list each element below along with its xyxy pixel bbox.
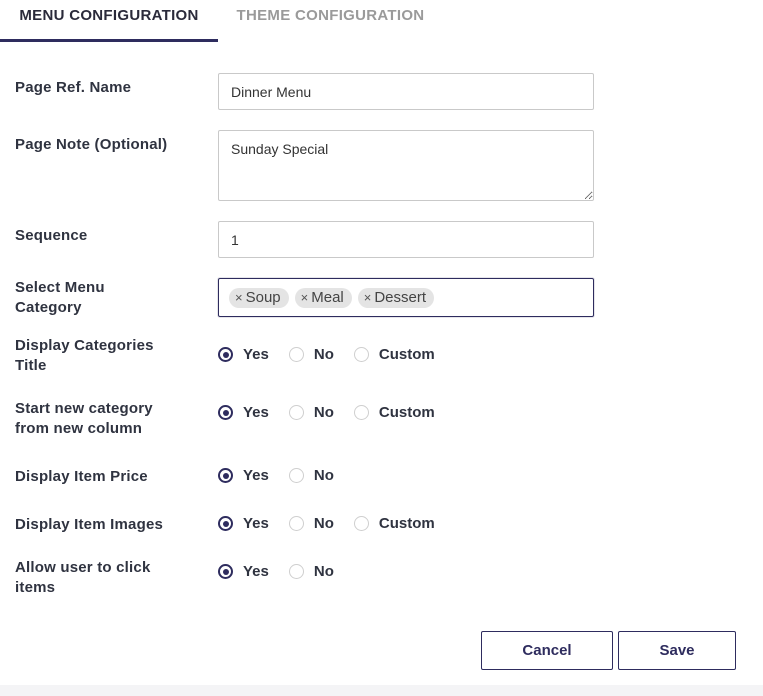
display-categories-title-label-line2: Title [15,357,47,374]
radio-selected-icon [218,516,233,531]
display-item-price-label: Display Item Price [15,468,148,485]
radio-unselected-icon [288,468,304,483]
menu-category-label: Select Menu Category [15,278,200,318]
start-new-category-custom[interactable]: Custom [353,404,435,421]
chip-label: Meal [311,288,344,306]
display-item-price-yes[interactable]: Yes [218,467,269,484]
start-new-category-no[interactable]: No [288,404,334,421]
page-note-textarea[interactable]: Sunday Special [218,130,594,201]
display-categories-title-custom[interactable]: Custom [353,346,435,363]
radio-unselected-icon [353,347,369,362]
tab-theme-configuration[interactable]: THEME CONFIGURATION [218,0,443,42]
radio-label: No [313,346,334,363]
radio-selected-icon [218,564,233,579]
chip-remove-icon[interactable]: × [364,288,372,308]
chip-label: Dessert [374,288,427,306]
radio-label: Custom [378,346,435,363]
display-categories-title-label: Display Categories Title [15,336,200,376]
menu-category-label-line1: Select Menu [15,279,105,296]
page-ref-name-input[interactable] [218,73,594,110]
start-new-category-radio-group: Yes No Custom [218,404,455,421]
allow-user-click-radio-group: Yes No [218,563,354,580]
display-item-images-yes[interactable]: Yes [218,515,269,532]
cancel-button[interactable]: Cancel [481,631,613,670]
sequence-label: Sequence [15,227,88,244]
radio-label: No [313,467,334,484]
chip-dessert: × Dessert [357,287,435,308]
allow-user-click-no[interactable]: No [288,563,334,580]
sequence-input[interactable] [218,221,594,258]
tab-bar: MENU CONFIGURATION THEME CONFIGURATION [0,0,763,42]
radio-label: No [313,404,334,421]
menu-category-multiselect[interactable]: × Soup × Meal × Dessert [218,278,594,317]
chip-remove-icon[interactable]: × [235,288,243,308]
display-item-images-radio-group: Yes No Custom [218,515,455,532]
start-new-category-label: Start new category from new column [15,399,200,439]
start-new-category-label-line2: from new column [15,420,143,437]
display-categories-title-no[interactable]: No [288,346,334,363]
radio-unselected-icon [353,516,369,531]
allow-user-click-yes[interactable]: Yes [218,563,269,580]
menu-category-label-line2: Category [15,299,82,316]
allow-user-click-label: Allow user to click items [15,558,200,598]
start-new-category-yes[interactable]: Yes [218,404,269,421]
display-item-price-radio-group: Yes No [218,467,354,484]
radio-unselected-icon [288,516,304,531]
radio-unselected-icon [353,405,369,420]
radio-label: Yes [243,346,269,363]
save-button[interactable]: Save [618,631,736,670]
display-item-images-label: Display Item Images [15,516,164,533]
chip-meal: × Meal [294,287,352,308]
tab-menu-configuration[interactable]: MENU CONFIGURATION [0,0,218,42]
display-categories-title-label-line1: Display Categories [15,337,154,354]
display-item-images-no[interactable]: No [288,515,334,532]
radio-label: Yes [243,467,269,484]
display-categories-title-yes[interactable]: Yes [218,346,269,363]
radio-selected-icon [218,405,233,420]
radio-unselected-icon [288,564,304,579]
footer-strip [0,685,763,696]
radio-label: Custom [378,404,435,421]
radio-label: Yes [243,404,269,421]
page-note-label: Page Note (Optional) [15,136,168,153]
allow-user-click-label-line2: items [15,579,56,596]
chip-soup: × Soup [229,287,289,308]
allow-user-click-label-line1: Allow user to click [15,559,151,576]
page-ref-name-label: Page Ref. Name [15,79,132,96]
radio-selected-icon [218,347,233,362]
chip-remove-icon[interactable]: × [301,288,309,308]
radio-label: Custom [378,515,435,532]
display-item-images-custom[interactable]: Custom [353,515,435,532]
radio-selected-icon [218,468,233,483]
radio-label: Yes [243,515,269,532]
start-new-category-label-line1: Start new category [15,400,153,417]
radio-label: Yes [243,563,269,580]
radio-label: No [313,515,334,532]
display-categories-title-radio-group: Yes No Custom [218,346,455,363]
display-item-price-no[interactable]: No [288,467,334,484]
radio-label: No [313,563,334,580]
radio-unselected-icon [288,347,304,362]
radio-unselected-icon [288,405,304,420]
chip-label: Soup [245,288,281,306]
